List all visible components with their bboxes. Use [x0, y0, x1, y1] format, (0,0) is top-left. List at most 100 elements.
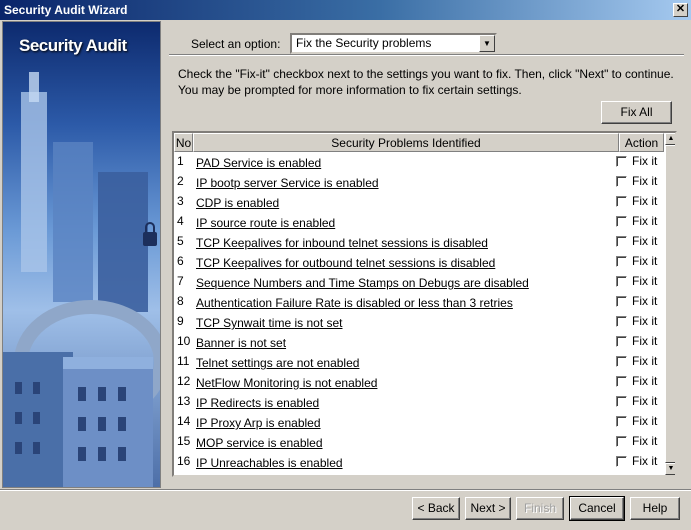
problem-link[interactable]: Telnet settings are not enabled	[196, 356, 359, 370]
row-number: 13	[177, 394, 191, 408]
table-row: 6 TCP Keepalives for outbound telnet sess…	[174, 252, 664, 272]
footer-divider	[0, 489, 691, 491]
sidebar-title: Security Audit	[19, 36, 127, 55]
fix-it-checkbox[interactable]	[616, 336, 627, 347]
problem-link[interactable]: TCP Keepalives for inbound telnet sessio…	[196, 236, 488, 250]
row-number: 9	[177, 314, 184, 328]
chevron-down-icon[interactable]: ▼	[479, 35, 495, 52]
next-button[interactable]: Next >	[465, 497, 511, 520]
table-row: 15 MOP service is enabled Fix it	[174, 432, 664, 452]
fix-it-checkbox[interactable]	[616, 156, 627, 167]
problem-link[interactable]: TCP Synwait time is not set	[196, 316, 343, 330]
problem-link[interactable]: Banner is not set	[196, 336, 286, 350]
row-number: 12	[177, 374, 191, 388]
fix-it-label[interactable]: Fix it	[632, 454, 657, 468]
fix-it-label[interactable]: Fix it	[632, 314, 657, 328]
table-row: 8 Authentication Failure Rate is disabled…	[174, 292, 664, 312]
fix-it-checkbox[interactable]	[616, 196, 627, 207]
option-group: Select an option: Fix the Security probl…	[163, 29, 689, 69]
column-header-action[interactable]: Action	[619, 133, 664, 152]
problem-link[interactable]: IP bootp server Service is enabled	[196, 176, 379, 190]
row-number: 5	[177, 234, 184, 248]
finish-button[interactable]: Finish	[516, 497, 564, 520]
problem-link[interactable]: NetFlow Monitoring is not enabled	[196, 376, 377, 390]
group-divider	[169, 54, 684, 56]
cancel-button[interactable]: Cancel	[569, 496, 625, 521]
problem-link[interactable]: PAD Service is enabled	[196, 156, 321, 170]
table-row: 4 IP source route is enabled Fix it	[174, 212, 664, 232]
fix-it-checkbox[interactable]	[616, 316, 627, 327]
problem-link[interactable]: TCP Keepalives for outbound telnet sessi…	[196, 256, 495, 270]
fix-it-label[interactable]: Fix it	[632, 414, 657, 428]
table-row: 5 TCP Keepalives for inbound telnet sessi…	[174, 232, 664, 252]
row-number: 4	[177, 214, 184, 228]
fix-it-checkbox[interactable]	[616, 356, 627, 367]
scroll-down-icon[interactable]: ▼	[665, 463, 675, 475]
fix-it-checkbox[interactable]	[616, 216, 627, 227]
scroll-up-icon[interactable]: ▲	[665, 133, 675, 145]
close-button[interactable]: ✕	[673, 3, 688, 17]
fix-it-label[interactable]: Fix it	[632, 194, 657, 208]
table-row: 14 IP Proxy Arp is enabled Fix it	[174, 412, 664, 432]
table-row: 7 Sequence Numbers and Time Stamps on Deb…	[174, 272, 664, 292]
fix-it-label[interactable]: Fix it	[632, 234, 657, 248]
security-problems-table: No Security Problems Identified Action 1…	[172, 131, 677, 477]
fix-it-checkbox[interactable]	[616, 456, 627, 467]
problem-link[interactable]: IP Unreachables is enabled	[196, 456, 343, 470]
row-number: 6	[177, 254, 184, 268]
fix-it-checkbox[interactable]	[616, 256, 627, 267]
fix-it-label[interactable]: Fix it	[632, 434, 657, 448]
scrollbar-thumb[interactable]	[665, 145, 675, 463]
fix-it-label[interactable]: Fix it	[632, 374, 657, 388]
column-header-problem[interactable]: Security Problems Identified	[193, 133, 619, 152]
vertical-scrollbar[interactable]: ▲ ▼	[665, 133, 675, 475]
city-illustration	[3, 72, 160, 487]
column-header-no[interactable]: No	[174, 133, 193, 152]
problem-link[interactable]: IP source route is enabled	[196, 216, 335, 230]
row-number: 1	[177, 154, 184, 168]
problem-link[interactable]: Authentication Failure Rate is disabled …	[196, 296, 513, 310]
row-number: 7	[177, 274, 184, 288]
table-row: 10 Banner is not set Fix it	[174, 332, 664, 352]
wizard-sidebar-image: Security Audit	[2, 21, 161, 488]
table-row: 1 PAD Service is enabled Fix it	[174, 152, 664, 172]
option-label: Select an option:	[187, 37, 285, 51]
fix-it-checkbox[interactable]	[616, 276, 627, 287]
fix-it-checkbox[interactable]	[616, 376, 627, 387]
row-number: 15	[177, 434, 191, 448]
fix-it-checkbox[interactable]	[616, 296, 627, 307]
problem-link[interactable]: MOP service is enabled	[196, 436, 323, 450]
fix-it-label[interactable]: Fix it	[632, 274, 657, 288]
fix-it-label[interactable]: Fix it	[632, 254, 657, 268]
table-row: 2 IP bootp server Service is enabled Fix i…	[174, 172, 664, 192]
fix-it-checkbox[interactable]	[616, 436, 627, 447]
fix-it-label[interactable]: Fix it	[632, 394, 657, 408]
fix-all-button[interactable]: Fix All	[601, 101, 672, 124]
fix-it-checkbox[interactable]	[616, 176, 627, 187]
option-select-value: Fix the Security problems	[296, 36, 432, 50]
fix-it-checkbox[interactable]	[616, 416, 627, 427]
row-number: 11	[177, 354, 190, 368]
fix-it-label[interactable]: Fix it	[632, 154, 657, 168]
help-button[interactable]: Help	[630, 497, 680, 520]
problem-link[interactable]: IP Proxy Arp is enabled	[196, 416, 321, 430]
row-number: 16	[177, 454, 191, 468]
problem-link[interactable]: IP Redirects is enabled	[196, 396, 319, 410]
fix-it-label[interactable]: Fix it	[632, 354, 657, 368]
fix-it-checkbox[interactable]	[616, 236, 627, 247]
option-select[interactable]: Fix the Security problems ▼	[290, 33, 497, 54]
window-title: Security Audit Wizard	[4, 3, 128, 17]
wizard-content: Select an option: Fix the Security probl…	[163, 21, 689, 488]
row-number: 14	[177, 414, 191, 428]
fix-it-label[interactable]: Fix it	[632, 174, 657, 188]
back-button[interactable]: < Back	[412, 497, 460, 520]
fix-it-label[interactable]: Fix it	[632, 294, 657, 308]
row-number: 3	[177, 194, 184, 208]
table-row: 9 TCP Synwait time is not set Fix it	[174, 312, 664, 332]
problem-link[interactable]: Sequence Numbers and Time Stamps on Debu…	[196, 276, 529, 290]
fix-it-label[interactable]: Fix it	[632, 214, 657, 228]
problem-link[interactable]: CDP is enabled	[196, 196, 279, 210]
fix-it-label[interactable]: Fix it	[632, 334, 657, 348]
table-row: 16 IP Unreachables is enabled Fix it	[174, 452, 664, 472]
fix-it-checkbox[interactable]	[616, 396, 627, 407]
